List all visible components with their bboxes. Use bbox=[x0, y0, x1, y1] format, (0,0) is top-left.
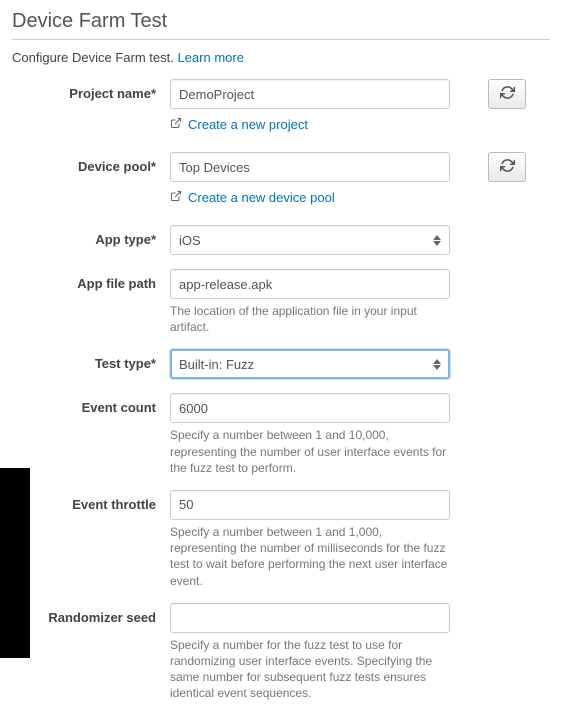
event-throttle-input[interactable] bbox=[170, 490, 450, 520]
refresh-icon bbox=[500, 158, 515, 176]
project-name-input[interactable] bbox=[170, 79, 450, 109]
divider bbox=[12, 39, 550, 40]
refresh-device-pool-button[interactable] bbox=[488, 152, 526, 182]
event-throttle-label: Event throttle bbox=[12, 490, 170, 512]
app-type-label: App type* bbox=[12, 225, 170, 247]
app-file-path-helper: The location of the application file in … bbox=[170, 303, 450, 335]
project-name-label: Project name* bbox=[12, 79, 170, 101]
randomizer-seed-input[interactable] bbox=[170, 603, 450, 633]
refresh-icon bbox=[500, 85, 515, 103]
randomizer-seed-helper: Specify a number for the fuzz test to us… bbox=[170, 637, 450, 702]
app-file-path-input[interactable] bbox=[170, 269, 450, 299]
external-link-icon bbox=[170, 117, 182, 132]
device-pool-label: Device pool* bbox=[12, 152, 170, 174]
page-title: Device Farm Test bbox=[12, 10, 550, 33]
event-throttle-helper: Specify a number between 1 and 1,000, re… bbox=[170, 524, 450, 589]
chevron-up-down-icon bbox=[433, 359, 441, 370]
test-type-label: Test type* bbox=[12, 349, 170, 371]
external-link-icon bbox=[170, 190, 182, 205]
chevron-up-down-icon bbox=[433, 235, 441, 246]
event-count-label: Event count bbox=[12, 393, 170, 415]
test-type-select[interactable]: Built-in: Fuzz bbox=[170, 349, 450, 379]
subtitle-text: Configure Device Farm test. bbox=[12, 50, 177, 65]
app-type-value: iOS bbox=[179, 233, 201, 248]
device-pool-input[interactable] bbox=[170, 152, 450, 182]
app-file-path-label: App file path bbox=[12, 269, 170, 291]
randomizer-seed-label: Randomizer seed bbox=[12, 603, 170, 625]
decorative-strip bbox=[0, 468, 30, 658]
event-count-input[interactable] bbox=[170, 393, 450, 423]
page-subtitle: Configure Device Farm test. Learn more bbox=[12, 50, 550, 65]
event-count-helper: Specify a number between 1 and 10,000, r… bbox=[170, 427, 450, 476]
refresh-project-button[interactable] bbox=[488, 79, 526, 109]
test-type-value: Built-in: Fuzz bbox=[179, 357, 254, 372]
app-type-select[interactable]: iOS bbox=[170, 225, 450, 255]
create-device-pool-link[interactable]: Create a new device pool bbox=[188, 190, 335, 205]
learn-more-link[interactable]: Learn more bbox=[177, 50, 243, 65]
create-project-link[interactable]: Create a new project bbox=[188, 117, 308, 132]
